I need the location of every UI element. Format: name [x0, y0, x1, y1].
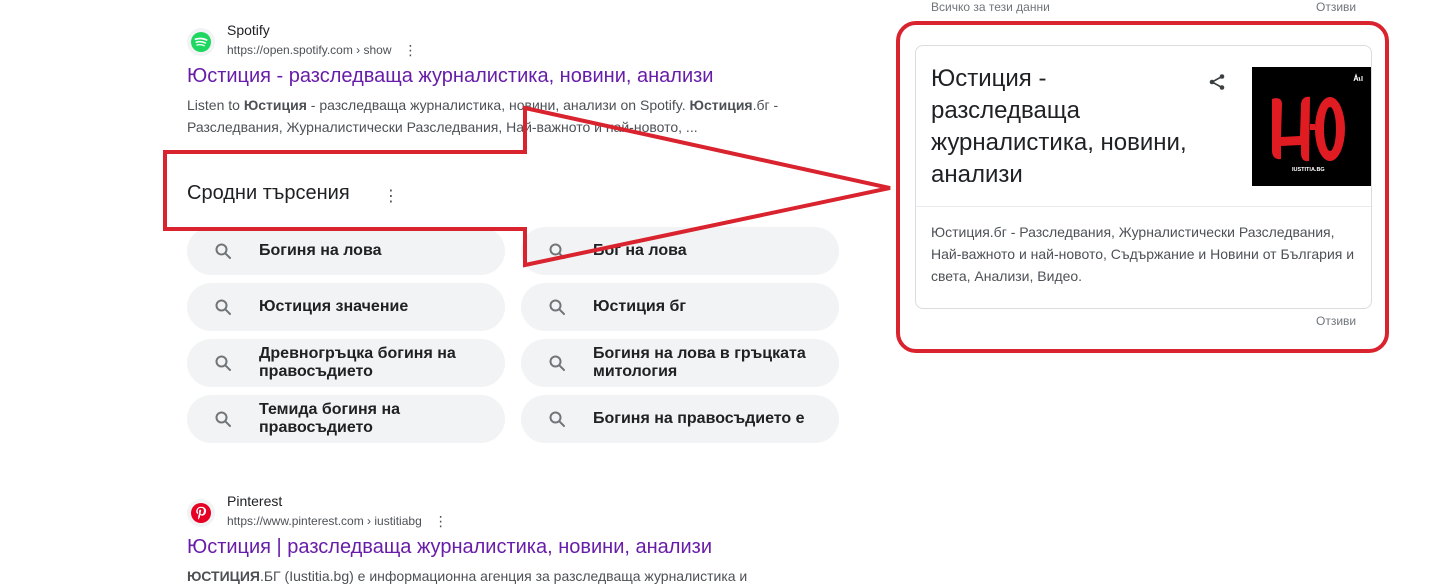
result-url-text: https://www.pinterest.com › iustitiabg: [227, 514, 422, 528]
search-icon: [187, 298, 259, 316]
result-url-text: https://open.spotify.com › show: [227, 43, 392, 57]
related-chip[interactable]: Богиня на лова: [187, 227, 505, 275]
related-searches-heading: Сродни търсения: [187, 182, 350, 204]
related-chip[interactable]: Бог на лова: [521, 227, 839, 275]
related-chip-label: Богиня на правосъдието е: [593, 410, 805, 427]
divider: [916, 206, 1371, 207]
pinterest-icon: [187, 499, 215, 527]
result-snippet: Listen to Юстиция - разследваща журналис…: [187, 97, 779, 135]
search-result-spotify: Spotify https://open.spotify.com › show ⋮…: [187, 20, 827, 135]
logo-text: IUSTITIA.BG: [1292, 167, 1325, 173]
related-chip-label: Темида богиня на правосъдието: [259, 401, 400, 436]
more-options-icon[interactable]: ⋮: [404, 42, 418, 59]
related-chip-label: Богиня на лова в гръцката митология: [593, 345, 806, 380]
related-chip-label: Юстиция бг: [593, 298, 687, 315]
iustitia-logo[interactable]: IUSTITIA.BG: [1252, 67, 1371, 186]
related-chip[interactable]: Темида богиня на правосъдието: [187, 395, 505, 443]
spotify-icon: [187, 28, 215, 56]
result-site-name: Pinterest: [227, 493, 283, 509]
share-icon[interactable]: [1207, 72, 1227, 97]
feedback-link-top[interactable]: Отзиви: [1316, 0, 1356, 14]
search-icon: [521, 242, 593, 260]
search-icon: [521, 298, 593, 316]
related-chip[interactable]: Юстиция бг: [521, 283, 839, 331]
search-result-pinterest: Pinterest https://www.pinterest.com › iu…: [187, 491, 827, 584]
search-icon: [521, 410, 593, 428]
more-options-icon[interactable]: ⋮: [434, 513, 448, 530]
result-snippet: ЮСТИЦИЯ.БГ (Iustitia.bg) е информационна…: [187, 568, 748, 584]
related-more-options-icon[interactable]: ⋮: [383, 186, 399, 206]
result-site-row[interactable]: Pinterest https://www.pinterest.com › iu…: [187, 491, 827, 531]
result-site-row[interactable]: Spotify https://open.spotify.com › show ⋮: [187, 20, 827, 60]
result-title-link[interactable]: Юстиция - разследваща журналистика, нови…: [187, 65, 713, 88]
related-chip-label: Юстиция значение: [259, 298, 409, 315]
result-url: https://www.pinterest.com › iustitiabg ⋮: [227, 512, 448, 530]
knowledge-panel-card: Юстиция - разследваща журналистика, нови…: [915, 45, 1372, 309]
related-chip-label: Богиня на лова: [259, 242, 382, 259]
feedback-link-bottom[interactable]: Отзиви: [1316, 314, 1356, 328]
related-chip[interactable]: Богиня на лова в гръцката митология: [521, 339, 839, 387]
related-chip[interactable]: Юстиция значение: [187, 283, 505, 331]
result-title-link[interactable]: Юстиция | разследваща журналистика, нови…: [187, 536, 712, 559]
search-icon: [187, 354, 259, 372]
related-chip-label: Древногръцка богиня на правосъдието: [259, 345, 456, 380]
knowledge-panel-title: Юстиция - разследваща журналистика, нови…: [931, 65, 1187, 188]
knowledge-panel-description: Юстиция.бг - Разследвания, Журналистичес…: [931, 224, 1355, 284]
search-icon: [187, 242, 259, 260]
result-url: https://open.spotify.com › show ⋮: [227, 41, 418, 59]
related-chip-label: Бог на лова: [593, 242, 687, 259]
related-chip[interactable]: Древногръцка богиня на правосъдието: [187, 339, 505, 387]
about-this-data-link[interactable]: Всичко за тези данни: [931, 0, 1050, 14]
result-site-name: Spotify: [227, 22, 270, 38]
related-chip[interactable]: Богиня на правосъдието е: [521, 395, 839, 443]
search-icon: [521, 354, 593, 372]
search-icon: [187, 410, 259, 428]
